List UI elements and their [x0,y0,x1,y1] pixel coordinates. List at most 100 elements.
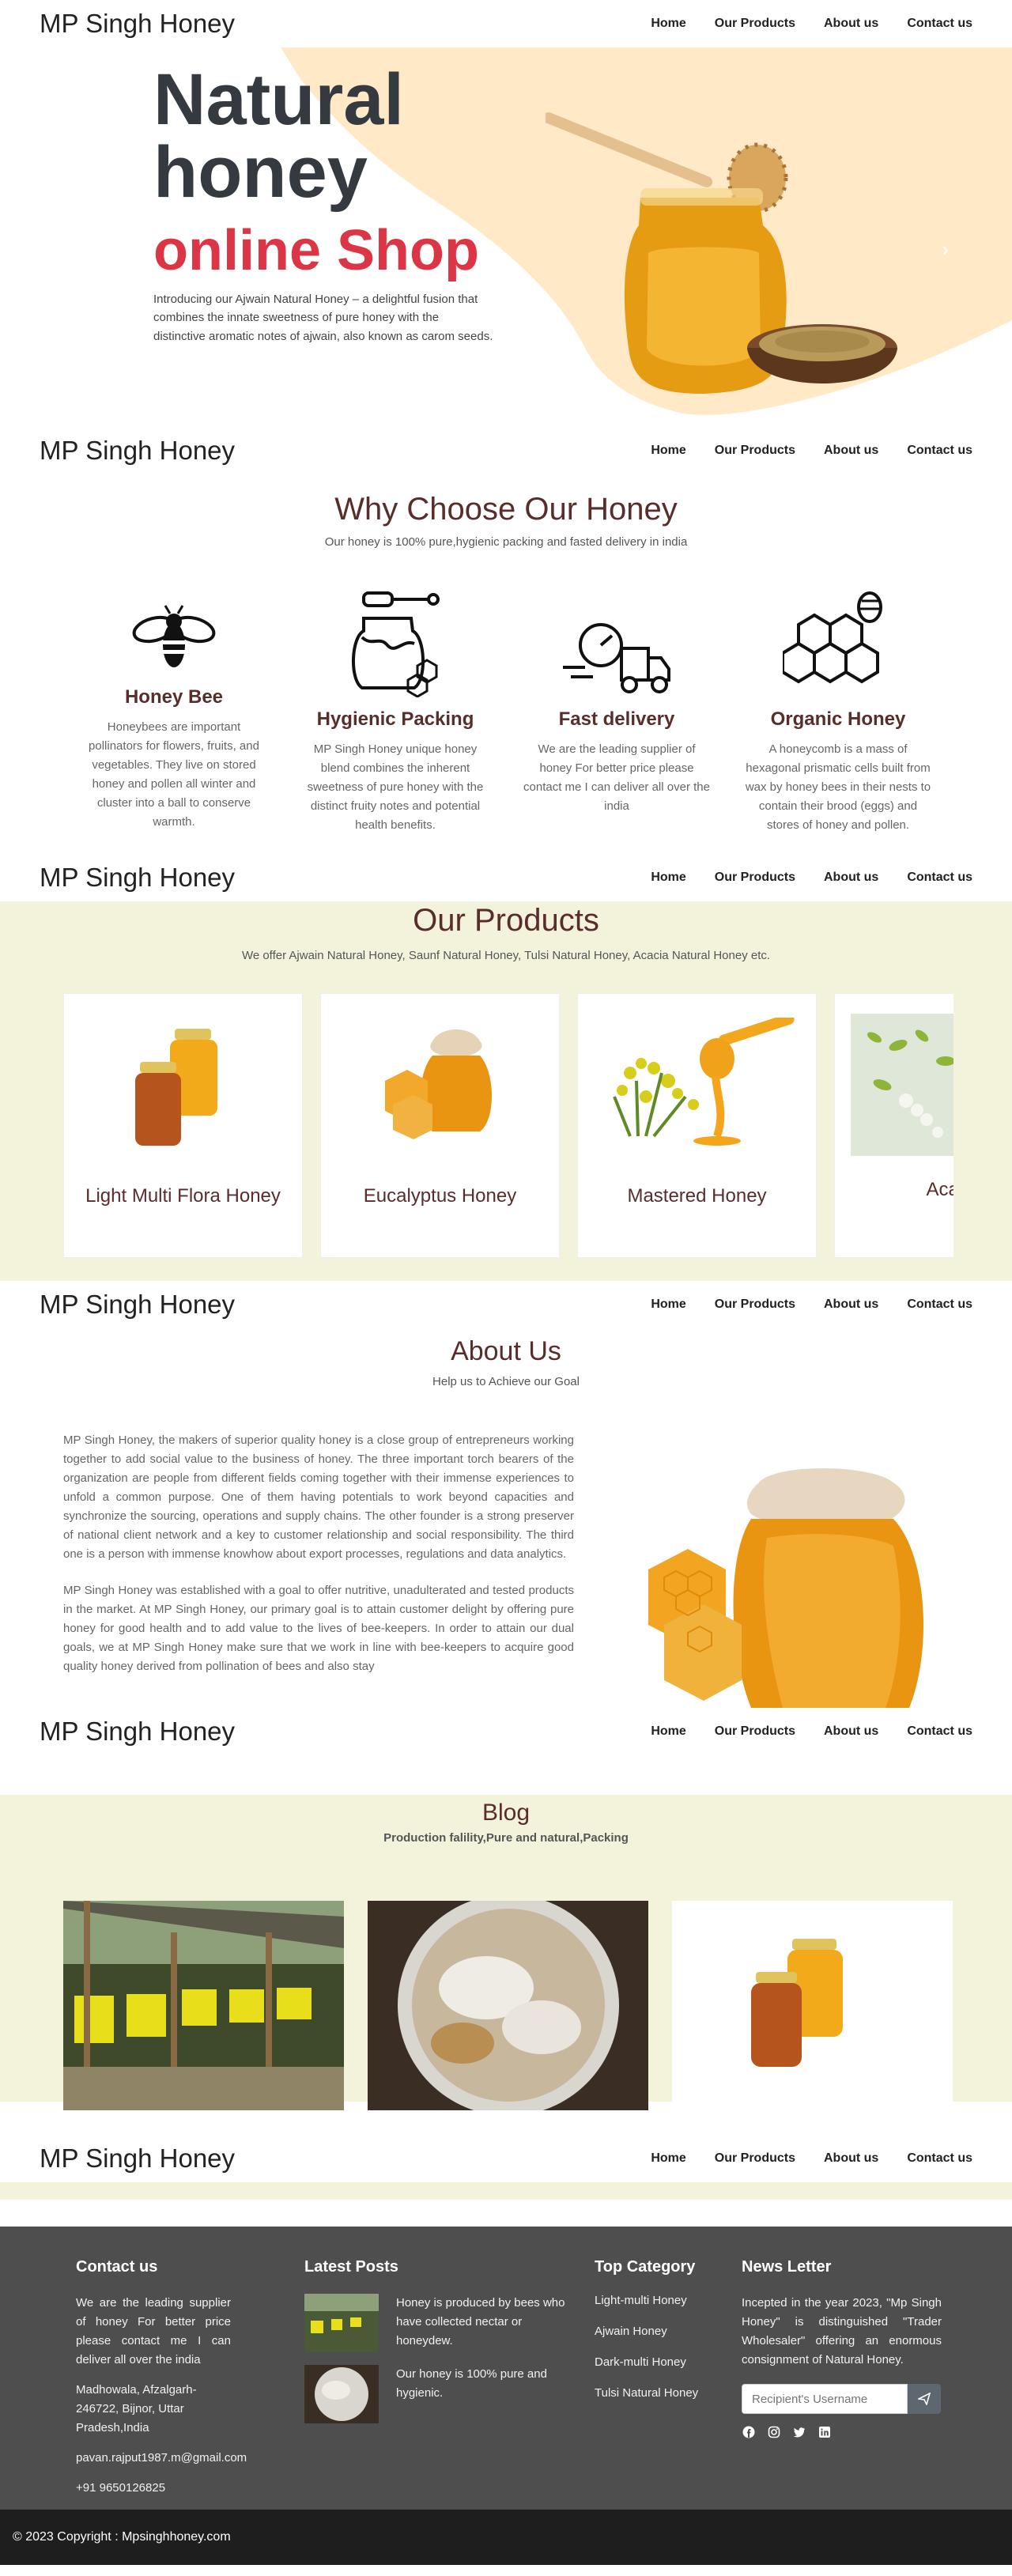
nav-about-us[interactable]: About us [824,1724,878,1739]
carousel-prev-icon[interactable]: ‹ [71,237,78,262]
nav-about-us[interactable]: About us [824,871,878,885]
navbar: MP Singh Honey Home Our Products About u… [0,1708,1012,1755]
category-link[interactable]: Ajwain Honey [595,2325,713,2338]
blog-card[interactable] [63,1901,344,2110]
footer-heading: Contact us [76,2258,158,2276]
product-card[interactable]: Acacia [834,993,953,1258]
send-button[interactable] [908,2384,941,2414]
nav-our-products[interactable]: Our Products [715,2151,795,2166]
feature-text: A honeycomb is a mass of hexagonal prism… [745,742,931,832]
post-thumbnail [304,2365,379,2423]
nav-contact-us[interactable]: Contact us [907,1724,972,1739]
about-section: About Us Help us to Achieve our Goal MP … [0,1328,1012,1708]
nav-home[interactable]: Home [651,17,685,31]
feature-title: Hygienic Packing [316,708,474,730]
blog-card[interactable] [672,1901,953,2110]
brand-logo[interactable]: MP Singh Honey [40,2144,235,2174]
copyright-bar: © 2023 Copyright : Mpsinghhoney.com [0,2510,1012,2565]
nav-our-products[interactable]: Our Products [715,17,795,31]
hero-title-honey: honey [153,132,368,213]
product-card[interactable]: Eucalyptus Honey [320,993,560,1258]
feature-text: MP Singh Honey unique honey blend combin… [307,742,484,832]
about-title: About Us [451,1336,561,1366]
about-subtitle: Help us to Achieve our Goal [432,1375,580,1388]
nav-contact-us[interactable]: Contact us [907,871,972,885]
nav-about-us[interactable]: About us [824,2151,878,2166]
navbar: MP Singh Honey Home Our Products About u… [0,0,1012,47]
feature-card: Hygienic Packing MP Singh Honey unique h… [285,580,506,835]
category-link[interactable]: Dark-multi Honey [595,2355,713,2369]
feature-card: Honey Bee Honeybees are important pollin… [63,580,285,835]
why-subtitle: Our honey is 100% pure,hygienic packing … [324,535,688,549]
nav-contact-us[interactable]: Contact us [907,1297,972,1312]
footer-contact: Contact us We are the leading supplier o… [76,2258,247,2498]
footer-newsletter: News Letter Incepted in the year 2023, "… [742,2258,942,2439]
nav-home[interactable]: Home [651,444,685,458]
nav-home[interactable]: Home [651,871,685,885]
newsletter-form [742,2384,942,2414]
category-link[interactable]: Light-multi Honey [595,2294,713,2307]
footer-email[interactable]: pavan.rajput1987.m@gmail.com [76,2449,247,2468]
nav-our-products[interactable]: Our Products [715,1297,795,1312]
nav-home[interactable]: Home [651,2151,685,2166]
nav-links: Home Our Products About us Contact us [651,17,972,31]
post-thumbnail [304,2294,379,2352]
nav-about-us[interactable]: About us [824,444,878,458]
newsletter-text: Incepted in the year 2023, "Mp Singh Hon… [742,2296,942,2366]
nav-about-us[interactable]: About us [824,17,878,31]
facebook-icon[interactable] [742,2425,756,2439]
product-image-acacia [835,994,953,1176]
hero-text: Natural honey online Shop Introducing ou… [153,63,493,346]
nav-links: Home Our Products About us Contact us [651,871,972,885]
brand-logo[interactable]: MP Singh Honey [40,436,235,466]
feature-title: Fast delivery [558,708,675,730]
blog-image-honey-jars [672,1901,953,2110]
nav-our-products[interactable]: Our Products [715,871,795,885]
nav-home[interactable]: Home [651,1724,685,1739]
footer-contact-text: We are the leading supplier of honey For… [76,2296,231,2366]
why-choose-section: Why Choose Our Honey Our honey is 100% p… [0,474,1012,854]
hero-title-online-shop: online Shop [153,219,479,282]
hero-description: Introducing our Ajwain Natural Honey – a… [153,293,493,343]
features-row: Honey Bee Honeybees are important pollin… [0,580,1012,835]
brand-logo[interactable]: MP Singh Honey [40,1717,235,1747]
latest-post[interactable]: Honey is produced by bees who have colle… [304,2294,565,2352]
product-card[interactable]: Mastered Honey [577,993,817,1258]
nav-contact-us[interactable]: Contact us [907,2151,972,2166]
nav-our-products[interactable]: Our Products [715,1724,795,1739]
nav-our-products[interactable]: Our Products [715,444,795,458]
blog-image-bee-farm [63,1901,344,2110]
brand-logo[interactable]: MP Singh Honey [40,1290,235,1320]
product-name: Acacia [926,1179,953,1200]
product-name: Mastered Honey [627,1185,767,1207]
navbar: MP Singh Honey Home Our Products About u… [0,1281,1012,1328]
brand-logo[interactable]: MP Singh Honey [40,863,235,893]
about-paragraph: MP Singh Honey was established with a go… [63,1584,574,1673]
linkedin-icon[interactable] [818,2425,832,2439]
instagram-icon[interactable] [767,2425,781,2439]
nav-home[interactable]: Home [651,1297,685,1312]
blog-section: Blog Production falility,Pure and natura… [0,1755,1012,2135]
category-link[interactable]: Tulsi Natural Honey [595,2386,713,2400]
product-image-eucalyptus [377,994,504,1176]
brand-logo[interactable]: MP Singh Honey [40,9,235,39]
delivery-truck-icon [561,580,672,697]
nav-about-us[interactable]: About us [824,1297,878,1312]
newsletter-input[interactable] [742,2384,908,2414]
hero-title-natural: Natural [153,59,404,140]
footer-phone[interactable]: +91 9650126825 [76,2479,231,2498]
about-text: MP Singh Honey, the makers of superior q… [63,1431,574,1676]
twitter-icon[interactable] [792,2425,806,2439]
nav-contact-us[interactable]: Contact us [907,444,972,458]
product-card[interactable]: Light Multi Flora Honey [63,993,303,1258]
footer-latest-posts: Latest Posts Honey is produced by bees w… [304,2258,565,2436]
products-subtitle: We offer Ajwain Natural Honey, Saunf Nat… [241,949,771,962]
footer-top-category: Top Category Light-multi Honey Ajwain Ho… [595,2258,713,2417]
carousel-next-icon[interactable]: › [942,237,949,262]
footer-heading: News Letter [742,2258,832,2276]
nav-contact-us[interactable]: Contact us [907,17,972,31]
blog-card[interactable] [368,1894,648,2116]
navbar: MP Singh Honey Home Our Products About u… [0,854,1012,901]
footer: Contact us We are the leading supplier o… [0,2227,1012,2510]
latest-post[interactable]: Our honey is 100% pure and hygienic. [304,2365,565,2423]
